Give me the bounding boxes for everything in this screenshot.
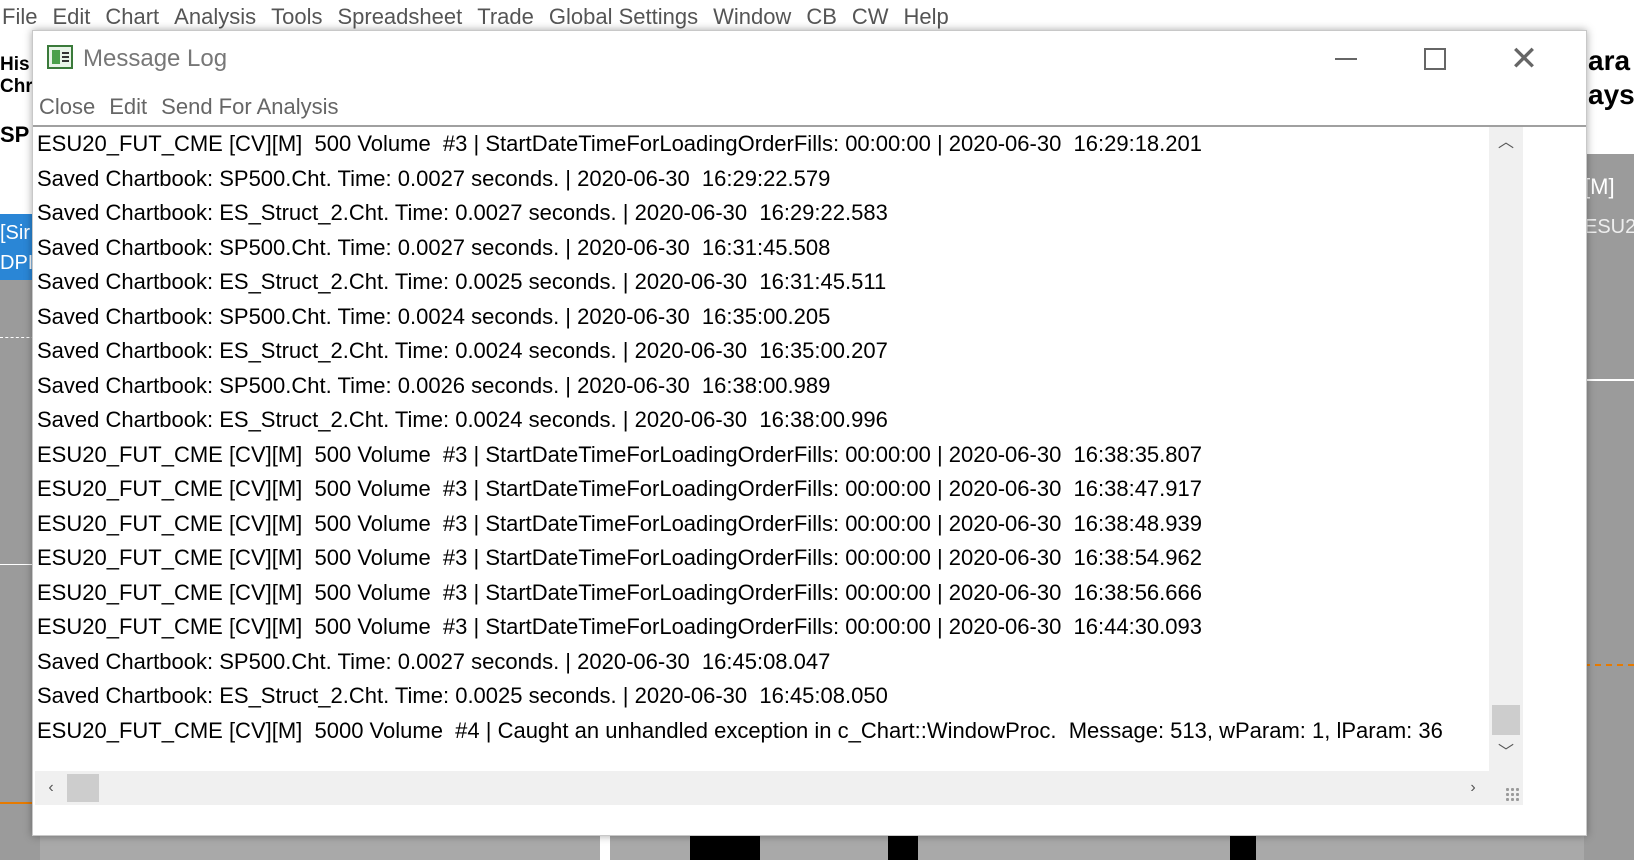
vertical-scrollbar[interactable]: ︿ ﹀ [1489,127,1523,771]
log-line[interactable]: Saved Chartbook: SP500.Cht. Time: 0.0026… [35,369,1489,404]
background-text: Chr [0,76,33,97]
background-chart-right: ara ays [M] ESU2 [1584,34,1634,860]
background-chart-bar [1230,836,1256,860]
background-label-right: ara ays [1588,44,1634,112]
log-line[interactable]: Saved Chartbook: ES_Struct_2.Cht. Time: … [35,403,1489,438]
message-log-list[interactable]: ESU20_FUT_CME [CV][M] 500 Volume #3 | St… [35,127,1489,773]
app-menu-analysis[interactable]: Analysis [174,4,256,30]
log-line[interactable]: ESU20_FUT_CME [CV][M] 500 Volume #3 | St… [35,507,1489,542]
app-menu-edit[interactable]: Edit [52,4,90,30]
app-menu-spreadsheet[interactable]: Spreadsheet [337,4,462,30]
app-menu-help[interactable]: Help [904,4,949,30]
window-menubar: Close Edit Send For Analysis [39,91,352,123]
horizontal-scroll-thumb[interactable] [67,774,99,802]
menu-close[interactable]: Close [39,94,95,120]
minimize-button[interactable] [1301,31,1391,87]
background-label-left: His Chr [0,54,33,98]
log-line[interactable]: ESU20_FUT_CME [CV][M] 500 Volume #3 | St… [35,127,1489,162]
background-orange-line [1584,664,1634,666]
maximize-icon [1424,48,1446,70]
maximize-button[interactable] [1390,31,1480,87]
background-label-esu: ESU2 [1584,216,1634,238]
app-menu-tools[interactable]: Tools [271,4,322,30]
background-chart-bar [600,836,610,860]
log-line[interactable]: Saved Chartbook: ES_Struct_2.Cht. Time: … [35,265,1489,300]
window-title: Message Log [83,45,228,72]
log-line[interactable]: Saved Chartbook: ES_Struct_2.Cht. Time: … [35,334,1489,369]
log-line[interactable]: Saved Chartbook: SP500.Cht. Time: 0.0027… [35,231,1489,266]
app-menu-cb[interactable]: CB [806,4,837,30]
resize-grip-icon[interactable] [1505,787,1519,801]
log-line[interactable]: ESU20_FUT_CME [CV][M] 500 Volume #3 | St… [35,610,1489,645]
log-line[interactable]: Saved Chartbook: SP500.Cht. Time: 0.0027… [35,645,1489,680]
chevron-left-icon[interactable]: ‹ [37,771,65,805]
minimize-icon [1335,58,1357,60]
log-line[interactable]: ESU20_FUT_CME [CV][M] 500 Volume #3 | St… [35,576,1489,611]
log-line[interactable]: ESU20_FUT_CME [CV][M] 500 Volume #3 | St… [35,541,1489,576]
chevron-right-icon[interactable]: › [1459,771,1487,805]
app-menu-chart[interactable]: Chart [105,4,159,30]
app-menu-trade[interactable]: Trade [477,4,534,30]
background-text: ays [1588,79,1634,110]
chevron-down-icon[interactable]: ﹀ [1489,739,1523,767]
log-line[interactable]: Saved Chartbook: ES_Struct_2.Cht. Time: … [35,679,1489,714]
app-menu-file[interactable]: File [2,4,37,30]
message-log-app-icon [47,45,73,69]
log-line[interactable]: ESU20_FUT_CME [CV][M] 500 Volume #3 | St… [35,472,1489,507]
log-line[interactable]: ESU20_FUT_CME [CV][M] 5000 Volume #4 | C… [35,714,1489,749]
close-button[interactable]: ✕ [1479,31,1569,87]
background-label-m: [M] [1584,174,1615,199]
vertical-scroll-thumb[interactable] [1492,705,1520,735]
background-text: His [0,54,30,75]
log-line[interactable]: ESU20_FUT_CME [CV][M] 500 Volume #3 | St… [35,438,1489,473]
log-line[interactable]: Saved Chartbook: SP500.Cht. Time: 0.0027… [35,162,1489,197]
background-line [1584,379,1634,381]
menu-send-for-analysis[interactable]: Send For Analysis [161,94,338,120]
log-line[interactable]: Saved Chartbook: ES_Struct_2.Cht. Time: … [35,196,1489,231]
close-icon: ✕ [1509,40,1539,78]
scrollbar-corner [1489,771,1523,805]
app-menu-cw[interactable]: CW [852,4,889,30]
horizontal-scrollbar[interactable]: ‹ › [35,771,1489,805]
title-bar[interactable]: Message Log ✕ [33,31,1586,93]
chevron-up-icon[interactable]: ︿ [1489,129,1523,157]
message-log-window: Message Log ✕ Close Edit Send For Analys… [32,30,1587,836]
menu-edit[interactable]: Edit [109,94,147,120]
app-menu-window[interactable]: Window [713,4,791,30]
log-line[interactable]: Saved Chartbook: SP500.Cht. Time: 0.0024… [35,300,1489,335]
background-chart-bar [690,836,760,860]
window-bottom-edge [33,805,1586,835]
app-menubar: File Edit Chart Analysis Tools Spreadshe… [0,0,1634,34]
background-text: ara [1588,45,1631,76]
background-label-sp: SP [0,122,30,147]
app-menu-global-settings[interactable]: Global Settings [549,4,698,30]
background-chart-bar [888,836,918,860]
